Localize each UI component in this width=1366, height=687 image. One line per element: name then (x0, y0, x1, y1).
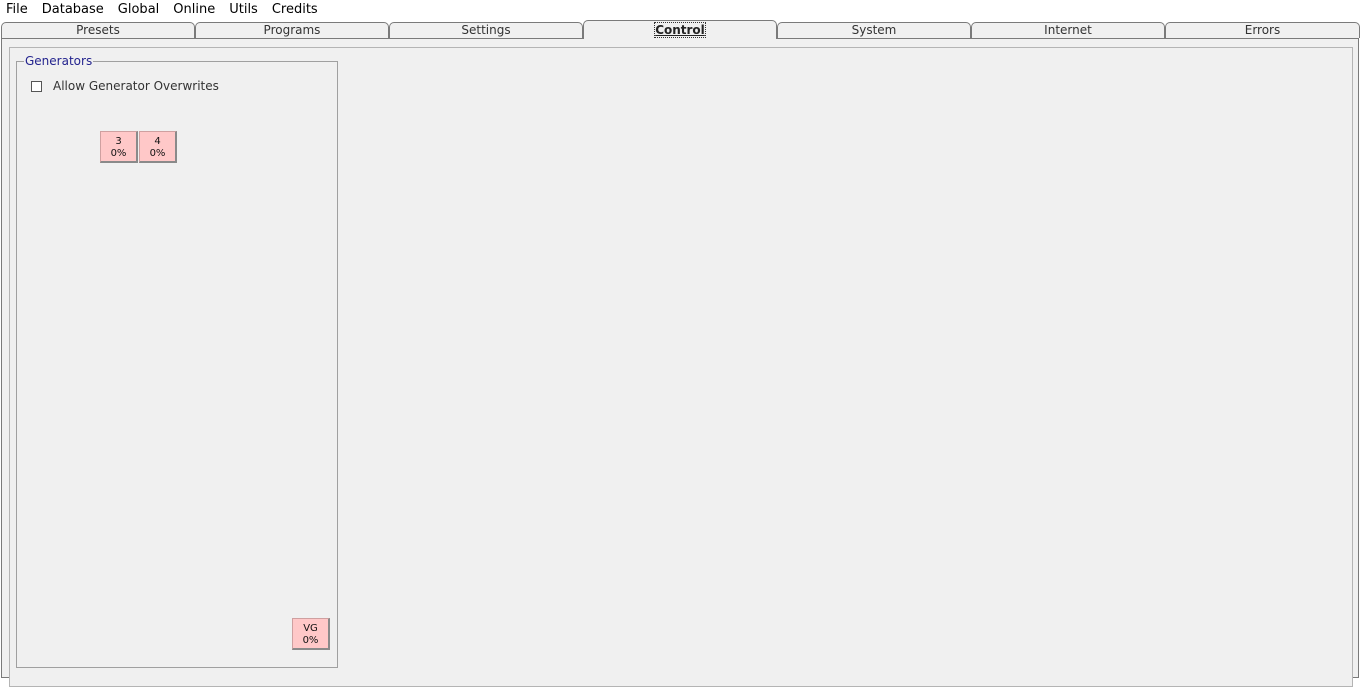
generators-groupbox-title: Generators (24, 54, 94, 68)
tab-errors[interactable]: Errors (1165, 22, 1360, 38)
menu-online[interactable]: Online (166, 0, 222, 20)
generators-groupbox (16, 61, 338, 668)
tab-control-label: Control (654, 22, 706, 38)
menu-bar: File Database Global Online Utils Credit… (0, 0, 1366, 20)
generator-button-4-id: 4 (154, 136, 161, 147)
allow-overwrites-checkbox[interactable] (31, 80, 42, 92)
tab-strip: Presets Programs Settings Control System… (0, 20, 1360, 39)
allow-overwrites-label[interactable]: Allow Generator Overwrites (53, 79, 219, 93)
menu-database[interactable]: Database (35, 0, 111, 20)
generator-button-vg[interactable]: VG 0% (292, 618, 330, 650)
tab-control[interactable]: Control (583, 20, 777, 39)
tab-errors-label: Errors (1244, 23, 1281, 37)
menu-global[interactable]: Global (111, 0, 166, 20)
menu-credits[interactable]: Credits (265, 0, 325, 20)
tab-presets[interactable]: Presets (1, 22, 195, 38)
tab-programs-label: Programs (263, 23, 321, 37)
tab-internet-label: Internet (1044, 23, 1092, 37)
menu-utils[interactable]: Utils (222, 0, 265, 20)
tab-settings[interactable]: Settings (389, 22, 583, 38)
generator-button-3-percent: 0% (110, 148, 127, 159)
tab-settings-label: Settings (461, 23, 511, 37)
generator-button-3-id: 3 (115, 136, 122, 147)
allow-overwrites-row[interactable]: Allow Generator Overwrites (31, 79, 219, 93)
generator-button-4-percent: 0% (149, 148, 166, 159)
tab-system[interactable]: System (777, 22, 971, 38)
generator-button-3[interactable]: 3 0% (100, 131, 138, 163)
generator-button-4[interactable]: 4 0% (139, 131, 177, 163)
menu-file[interactable]: File (0, 0, 35, 20)
generator-button-vg-id: VG (303, 623, 318, 634)
generator-button-vg-percent: 0% (302, 635, 319, 646)
tab-system-label: System (851, 23, 897, 37)
tab-programs[interactable]: Programs (195, 22, 389, 38)
tab-internet[interactable]: Internet (971, 22, 1165, 38)
tab-presets-label: Presets (76, 23, 120, 37)
